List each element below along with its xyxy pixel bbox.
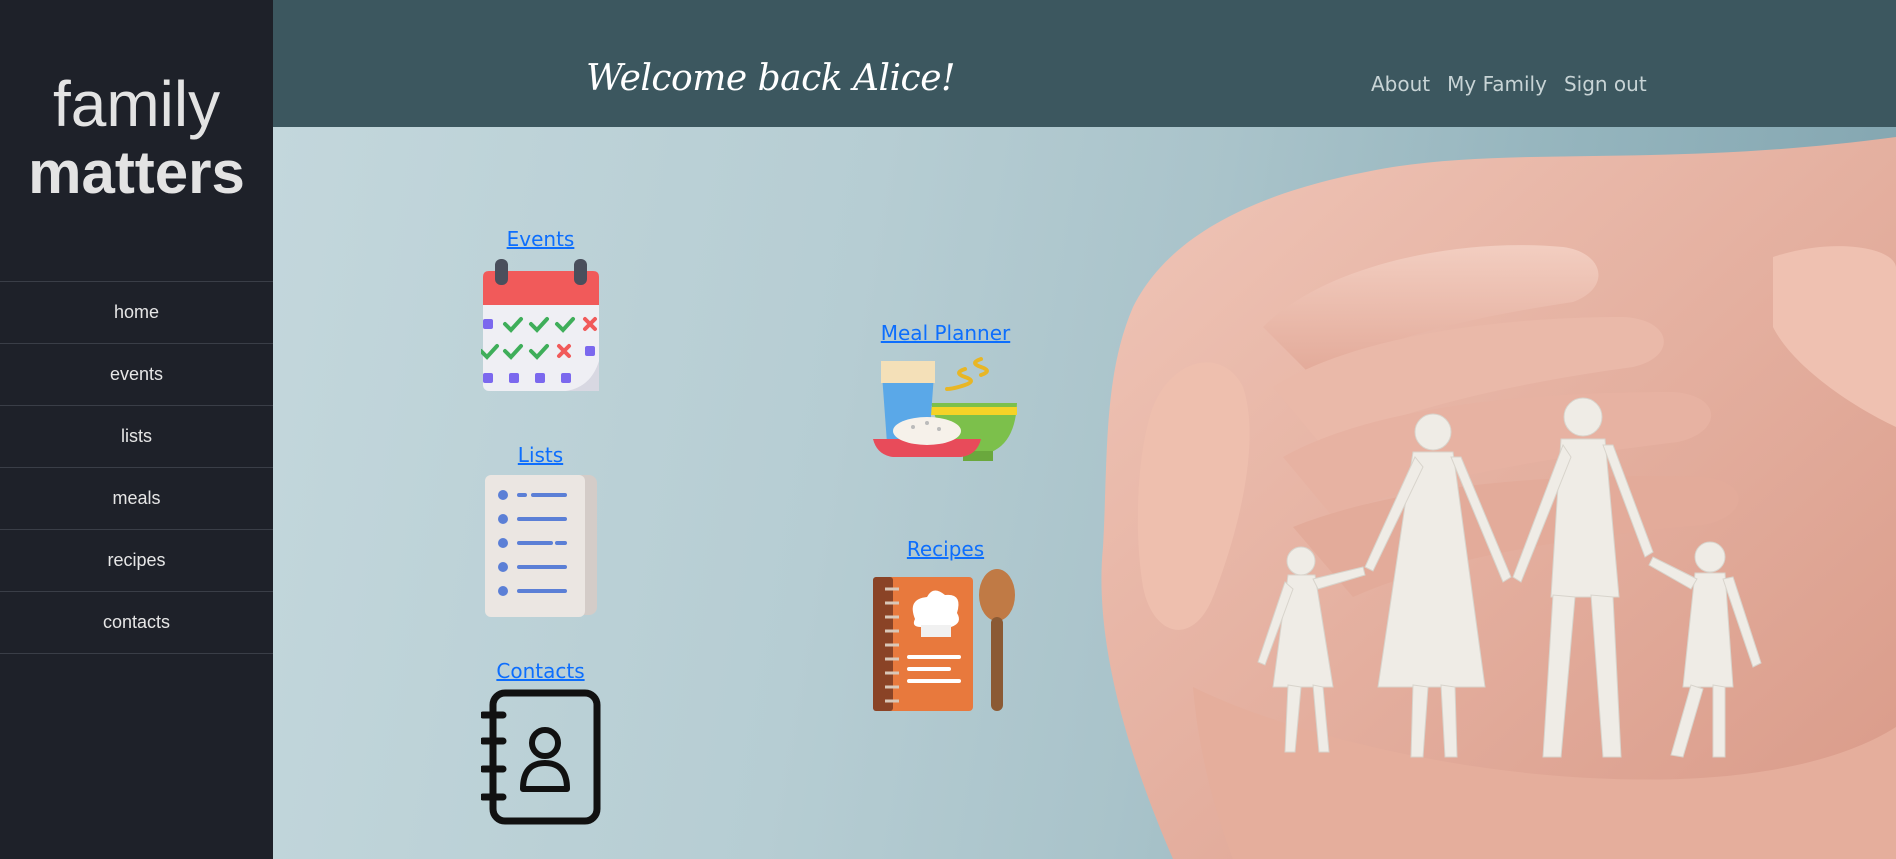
events-link[interactable]: Events (473, 227, 608, 251)
about-link[interactable]: About (1371, 72, 1430, 96)
meal-icon[interactable] (873, 351, 1019, 463)
welcome-message: Welcome back Alice! (586, 58, 956, 99)
checklist-icon[interactable] (481, 473, 601, 619)
logo[interactable]: family matters (0, 68, 273, 206)
main-content: Events Lists Contacts Meal Planner Recip… (273, 127, 1896, 859)
sign-out-link[interactable]: Sign out (1564, 72, 1647, 96)
lists-link[interactable]: Lists (473, 443, 608, 467)
contacts-link[interactable]: Contacts (473, 659, 608, 683)
sidebar-item-recipes[interactable]: recipes (0, 530, 273, 592)
top-nav: About My Family Sign out (1371, 72, 1647, 96)
sidebar-nav: home events lists meals recipes contacts (0, 281, 273, 654)
calendar-icon[interactable] (480, 257, 601, 393)
sidebar-item-contacts[interactable]: contacts (0, 592, 273, 654)
recipe-book-icon[interactable] (873, 567, 1019, 713)
events-tile: Events (473, 227, 608, 393)
sidebar-item-lists[interactable]: lists (0, 406, 273, 468)
top-header: Welcome back Alice! About My Family Sign… (273, 0, 1896, 127)
recipes-link[interactable]: Recipes (873, 537, 1018, 561)
address-book-icon[interactable] (480, 689, 601, 825)
sidebar-item-meals[interactable]: meals (0, 468, 273, 530)
sidebar: family matters home events lists meals r… (0, 0, 273, 859)
my-family-link[interactable]: My Family (1447, 72, 1547, 96)
recipes-tile: Recipes (873, 537, 1018, 713)
meal-planner-tile: Meal Planner (873, 321, 1018, 463)
meal-planner-link[interactable]: Meal Planner (873, 321, 1018, 345)
sidebar-item-events[interactable]: events (0, 344, 273, 406)
lists-tile: Lists (473, 443, 608, 619)
contacts-tile: Contacts (473, 659, 608, 825)
logo-line-matters: matters (28, 139, 245, 206)
logo-line-family: family (52, 68, 221, 140)
sidebar-item-home[interactable]: home (0, 282, 273, 344)
